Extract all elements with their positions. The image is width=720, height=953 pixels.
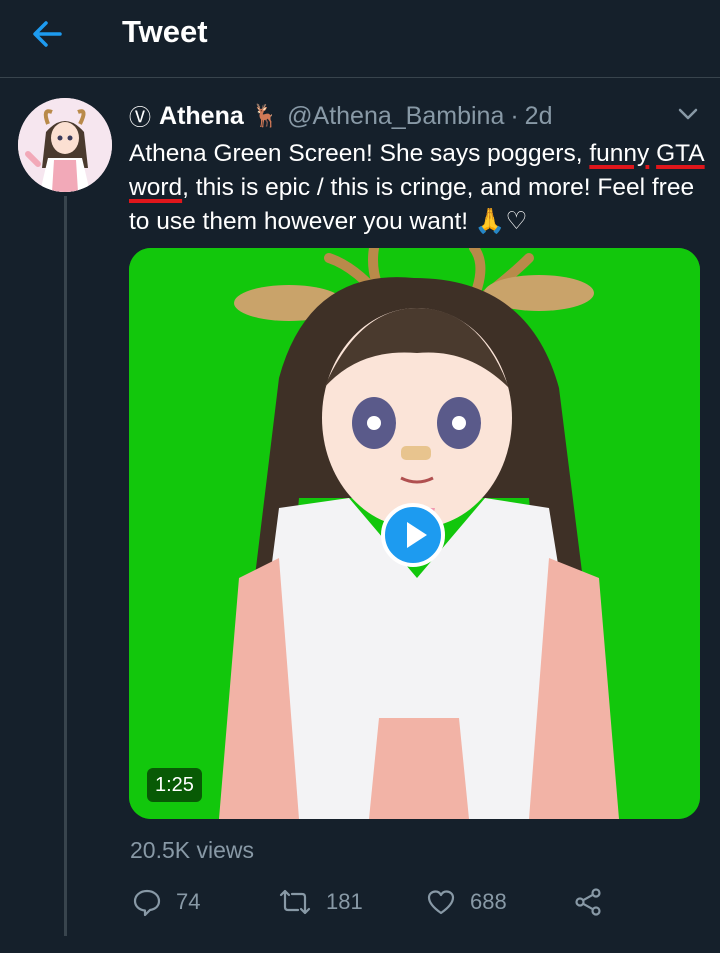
top-bar: Tweet: [0, 0, 720, 78]
chevron-down-icon: [678, 108, 698, 120]
retweet-count: 181: [326, 889, 363, 914]
reply-count: 74: [176, 889, 201, 914]
thread-line: [64, 196, 67, 936]
avatar[interactable]: [18, 98, 112, 192]
retweet-icon: [279, 889, 311, 915]
video-duration: 1:25: [147, 768, 202, 802]
play-button[interactable]: [381, 503, 445, 567]
like-count: 688: [470, 889, 507, 914]
arrow-left-icon: [33, 21, 62, 47]
tweet-header: Ⓥ Athena 🦌 @Athena_Bambina · 2d: [129, 100, 552, 132]
separator-dot: ·: [510, 101, 519, 130]
underlined-word-funny: funny: [589, 140, 650, 167]
share-button[interactable]: [573, 884, 617, 920]
page-title: Tweet: [122, 14, 208, 49]
anime-avatar: [18, 98, 112, 192]
reply-button[interactable]: 74: [132, 884, 200, 920]
more-options-button[interactable]: [674, 102, 702, 126]
tweet-text-part: Athena Green Screen! She says poggers,: [129, 140, 590, 167]
tweet-time[interactable]: 2d: [525, 102, 553, 131]
deer-emoji: 🦌: [251, 103, 280, 128]
views-count: 20.5K views: [130, 837, 255, 863]
verified-icon: Ⓥ: [129, 105, 152, 130]
retweet-button[interactable]: 181: [278, 884, 363, 920]
share-icon: [575, 888, 601, 916]
tweet-text-part: , this is epic / this is cringe, and mor…: [129, 174, 695, 235]
heart-icon: [427, 890, 455, 915]
tweet-text: Athena Green Screen! She says poggers, f…: [129, 137, 709, 239]
back-button[interactable]: [28, 16, 68, 52]
reply-icon: [133, 889, 161, 917]
user-handle[interactable]: @Athena_Bambina: [287, 102, 504, 131]
display-name[interactable]: Athena: [159, 102, 244, 131]
like-button[interactable]: 688: [426, 884, 507, 920]
